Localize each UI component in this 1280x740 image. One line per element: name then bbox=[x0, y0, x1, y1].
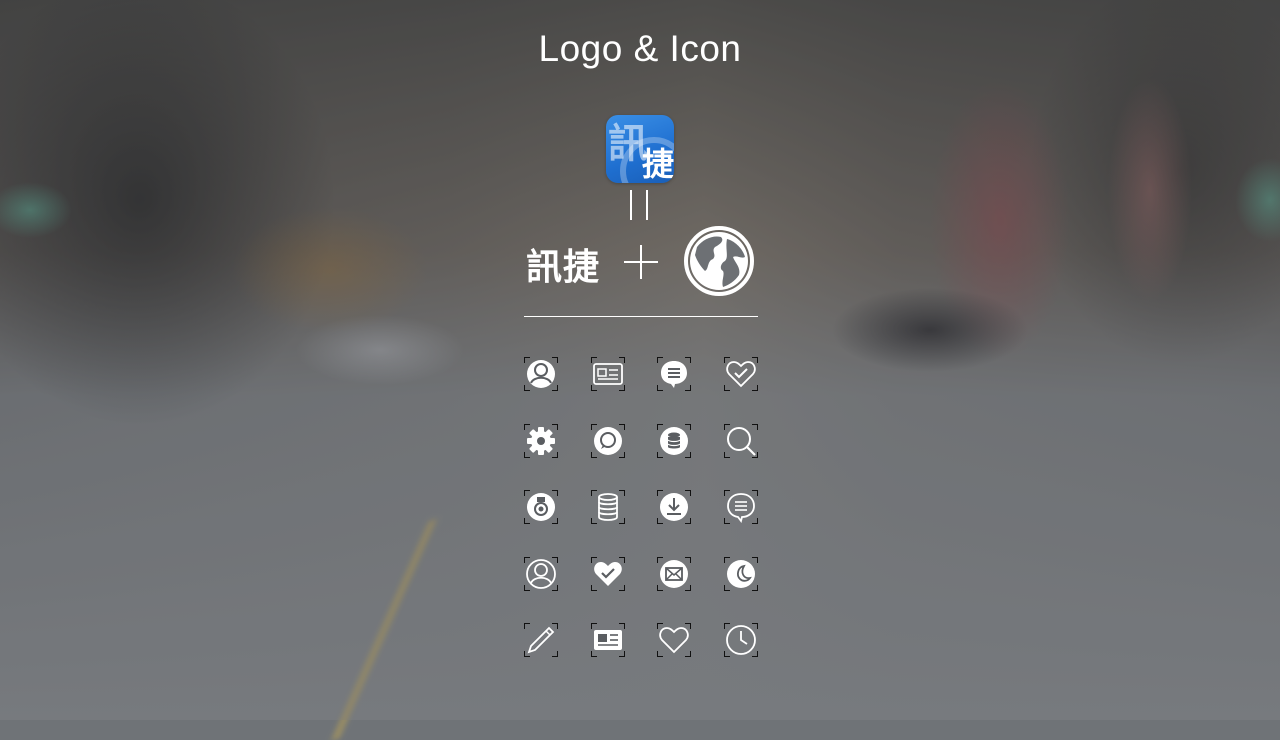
medal-icon[interactable] bbox=[524, 490, 558, 524]
plus-icon bbox=[624, 245, 658, 279]
database-circle-icon[interactable] bbox=[657, 424, 691, 458]
news-outline-icon[interactable] bbox=[591, 357, 625, 391]
divider-line bbox=[524, 316, 758, 317]
globe-icon bbox=[684, 226, 754, 296]
pencil-icon[interactable] bbox=[524, 623, 558, 657]
equals-sign bbox=[630, 190, 650, 220]
app-logo-char-2: 捷 bbox=[641, 145, 674, 183]
mail-circle-icon[interactable] bbox=[657, 557, 691, 591]
download-circle-icon[interactable] bbox=[657, 490, 691, 524]
chat-bubble-outline-icon[interactable] bbox=[724, 490, 758, 524]
clock-icon[interactable] bbox=[724, 623, 758, 657]
chat-bubble-filled-icon[interactable] bbox=[657, 357, 691, 391]
brand-wordmark: 訊捷 bbox=[526, 246, 601, 288]
user-circle-icon[interactable] bbox=[524, 357, 558, 391]
news-filled-icon[interactable] bbox=[591, 623, 625, 657]
chat-circle-icon[interactable] bbox=[591, 424, 625, 458]
icon-grid bbox=[524, 357, 758, 659]
user-circle-outline-icon[interactable] bbox=[524, 557, 558, 591]
app-logo-icon[interactable]: 訊 捷 bbox=[606, 115, 674, 183]
gear-icon[interactable] bbox=[524, 424, 558, 458]
page-title: Logo & Icon bbox=[538, 28, 742, 69]
heart-check-outline-icon[interactable] bbox=[724, 357, 758, 391]
heart-outline-icon[interactable] bbox=[657, 623, 691, 657]
database-icon[interactable] bbox=[591, 490, 625, 524]
moon-circle-icon[interactable] bbox=[724, 557, 758, 591]
search-icon[interactable] bbox=[724, 424, 758, 458]
heart-check-filled-icon[interactable] bbox=[591, 557, 625, 591]
